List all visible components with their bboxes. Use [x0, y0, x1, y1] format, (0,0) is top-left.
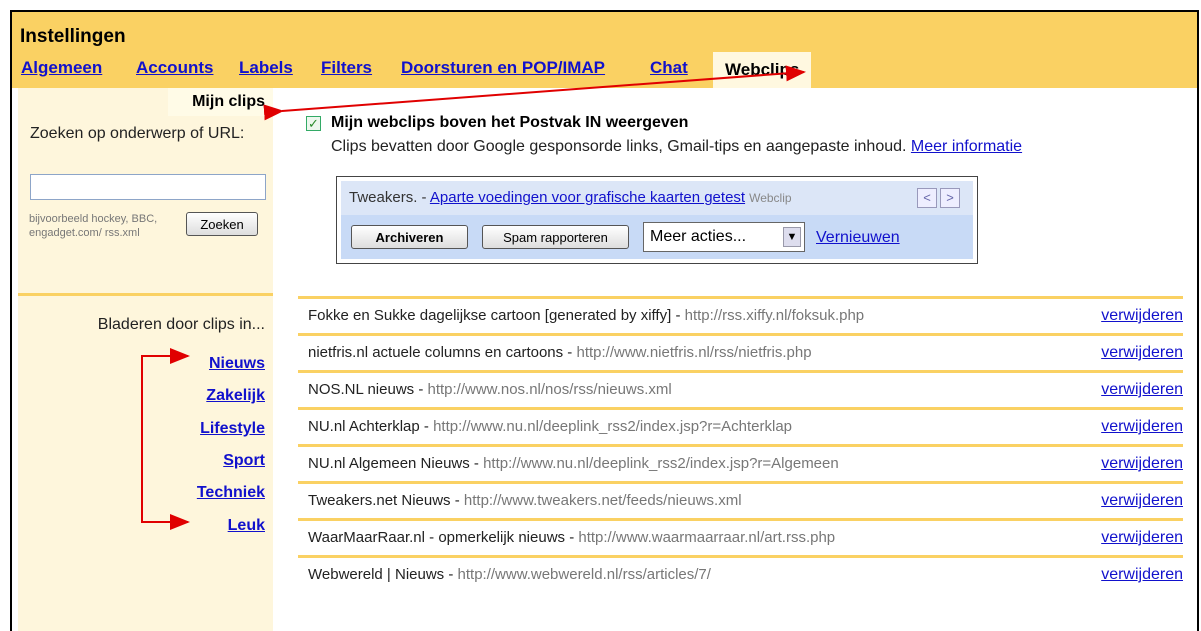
category-nieuws[interactable]: Nieuws [209, 355, 265, 373]
browse-label: Bladeren door clips in... [97, 316, 265, 333]
clip-title: NOS.NL nieuws - http://www.nos.nl/nos/rs… [308, 381, 672, 398]
tab-accounts[interactable]: Accounts [136, 58, 213, 78]
preview-clip-link[interactable]: Aparte voedingen voor grafische kaarten … [430, 189, 745, 206]
settings-window: Instellingen Algemeen Accounts Labels Fi… [10, 10, 1199, 631]
clip-name: NU.nl Achterklap [308, 418, 420, 435]
clip-name: Webwereld | Nieuws [308, 566, 445, 583]
clip-separator: - [444, 566, 458, 583]
clip-url: http://rss.xiffy.nl/foksuk.php [684, 307, 865, 324]
clip-url: http://www.webwereld.nl/rss/articles/7/ [457, 566, 711, 583]
sidebar-item-mijn-clips[interactable]: Mijn clips [168, 88, 273, 116]
more-info-link[interactable]: Meer informatie [911, 138, 1022, 155]
clips-list: Fokke en Sukke dagelijkse cartoon [gener… [298, 296, 1183, 592]
spam-button[interactable]: Spam rapporteren [482, 225, 629, 249]
clip-url: http://www.nu.nl/deeplink_rss2/index.jsp… [433, 418, 793, 435]
clip-separator: - [450, 492, 464, 509]
remove-clip-link[interactable]: verwijderen [1101, 566, 1183, 584]
clip-separator: - [469, 455, 484, 472]
clip-title: nietfris.nl actuele columns en cartoons … [308, 344, 812, 361]
more-actions-label: Meer acties... [650, 228, 747, 245]
preview-source: Tweakers. [349, 189, 418, 206]
clip-title: Tweakers.net Nieuws - http://www.tweaker… [308, 492, 742, 509]
setting-description: Clips bevatten door Google gesponsorde l… [331, 138, 1022, 156]
sidebar-item-label: Mijn clips [192, 93, 265, 110]
table-row: Webwereld | Nieuws - http://www.webwerel… [298, 555, 1183, 592]
webclip-preview: Tweakers. - Aparte voedingen voor grafis… [336, 176, 978, 264]
tab-webclips[interactable]: Webclips [713, 52, 812, 88]
clip-url: http://www.waarmaarraar.nl/art.rss.php [578, 529, 836, 546]
table-row: NU.nl Achterklap - http://www.nu.nl/deep… [298, 407, 1183, 444]
table-row: NOS.NL nieuws - http://www.nos.nl/nos/rs… [298, 370, 1183, 407]
clip-name: NOS.NL nieuws [308, 381, 415, 398]
setting-label: Mijn webclips boven het Postvak IN weerg… [331, 114, 689, 131]
clip-url: http://www.nu.nl/deeplink_rss2/index.jsp… [483, 455, 839, 472]
category-leuk[interactable]: Leuk [228, 517, 265, 535]
archive-button[interactable]: Archiveren [351, 225, 468, 249]
clip-separator: - [671, 307, 685, 324]
remove-clip-link[interactable]: verwijderen [1101, 307, 1183, 325]
clip-title: Webwereld | Nieuws - http://www.webwerel… [308, 566, 711, 583]
clip-name: WaarMaarRaar.nl - opmerkelijk nieuws [308, 529, 566, 546]
chevron-left-icon[interactable]: < [917, 188, 937, 208]
chevron-down-icon: ▼ [783, 227, 801, 247]
clip-url: http://www.nietfris.nl/rss/nietfris.php [576, 344, 812, 361]
clip-url: http://www.nos.nl/nos/rss/nieuws.xml [427, 381, 672, 398]
page-title: Instellingen [20, 26, 126, 47]
search-label: Zoeken op onderwerp of URL: [30, 125, 245, 142]
clip-separator: - [563, 344, 577, 361]
preview-tag: Webclip [749, 191, 792, 205]
preview-separator: - [417, 189, 430, 206]
clip-name: Fokke en Sukke dagelijkse cartoon [gener… [308, 307, 672, 324]
remove-clip-link[interactable]: verwijderen [1101, 455, 1183, 473]
clip-title: WaarMaarRaar.nl - opmerkelijk nieuws - h… [308, 529, 835, 546]
clip-title: NU.nl Achterklap - http://www.nu.nl/deep… [308, 418, 792, 435]
tab-filters[interactable]: Filters [321, 58, 372, 78]
preview-toolbar: Archiveren Spam rapporteren Meer acties.… [341, 215, 973, 259]
clip-separator: - [414, 381, 428, 398]
sidebar-divider [18, 293, 273, 296]
clip-name: NU.nl Algemeen Nieuws [308, 455, 470, 472]
clip-title: NU.nl Algemeen Nieuws - http://www.nu.nl… [308, 455, 839, 472]
clip-url: http://www.tweakers.net/feeds/nieuws.xml [463, 492, 742, 509]
settings-tabs: Algemeen Accounts Labels Filters Doorstu… [12, 52, 1197, 88]
tab-labels[interactable]: Labels [239, 58, 293, 78]
main-content: ✓ Mijn webclips boven het Postvak IN wee… [274, 88, 1197, 631]
remove-clip-link[interactable]: verwijderen [1101, 344, 1183, 362]
clip-name: nietfris.nl actuele columns en cartoons [308, 344, 564, 361]
search-input[interactable] [30, 174, 266, 200]
clip-title: Fokke en Sukke dagelijkse cartoon [gener… [308, 307, 864, 324]
search-hint: bijvoorbeeld hockey, BBC, engadget.com/ … [29, 213, 158, 239]
show-webclips-checkbox[interactable]: ✓ [306, 116, 321, 131]
tab-doorsturen[interactable]: Doorsturen en POP/IMAP [401, 58, 605, 78]
search-button[interactable]: Zoeken [186, 212, 258, 236]
remove-clip-link[interactable]: verwijderen [1101, 529, 1183, 547]
remove-clip-link[interactable]: verwijderen [1101, 492, 1183, 510]
clip-separator: - [419, 418, 434, 435]
table-row: Fokke en Sukke dagelijkse cartoon [gener… [298, 296, 1183, 333]
chevron-right-icon[interactable]: > [940, 188, 960, 208]
tab-algemeen[interactable]: Algemeen [21, 58, 102, 78]
refresh-link[interactable]: Vernieuwen [816, 229, 900, 247]
table-row: nietfris.nl actuele columns en cartoons … [298, 333, 1183, 370]
preview-clip-bar: Tweakers. - Aparte voedingen voor grafis… [341, 181, 973, 215]
setting-description-text: Clips bevatten door Google gesponsorde l… [331, 138, 907, 155]
clip-name: Tweakers.net Nieuws [308, 492, 451, 509]
category-lifestyle[interactable]: Lifestyle [200, 420, 265, 438]
clip-separator: - [565, 529, 579, 546]
sidebar: Mijn clips Zoeken op onderwerp of URL: b… [18, 88, 273, 631]
category-sport[interactable]: Sport [223, 452, 265, 470]
category-techniek[interactable]: Techniek [197, 484, 265, 502]
more-actions-select[interactable]: Meer acties... ▼ [643, 222, 805, 252]
table-row: NU.nl Algemeen Nieuws - http://www.nu.nl… [298, 444, 1183, 481]
tab-chat[interactable]: Chat [650, 58, 688, 78]
table-row: Tweakers.net Nieuws - http://www.tweaker… [298, 481, 1183, 518]
remove-clip-link[interactable]: verwijderen [1101, 381, 1183, 399]
settings-header: Instellingen Algemeen Accounts Labels Fi… [12, 12, 1197, 88]
category-zakelijk[interactable]: Zakelijk [206, 387, 265, 405]
table-row: WaarMaarRaar.nl - opmerkelijk nieuws - h… [298, 518, 1183, 555]
preview-clip-text: Tweakers. - Aparte voedingen voor grafis… [349, 189, 792, 206]
remove-clip-link[interactable]: verwijderen [1101, 418, 1183, 436]
